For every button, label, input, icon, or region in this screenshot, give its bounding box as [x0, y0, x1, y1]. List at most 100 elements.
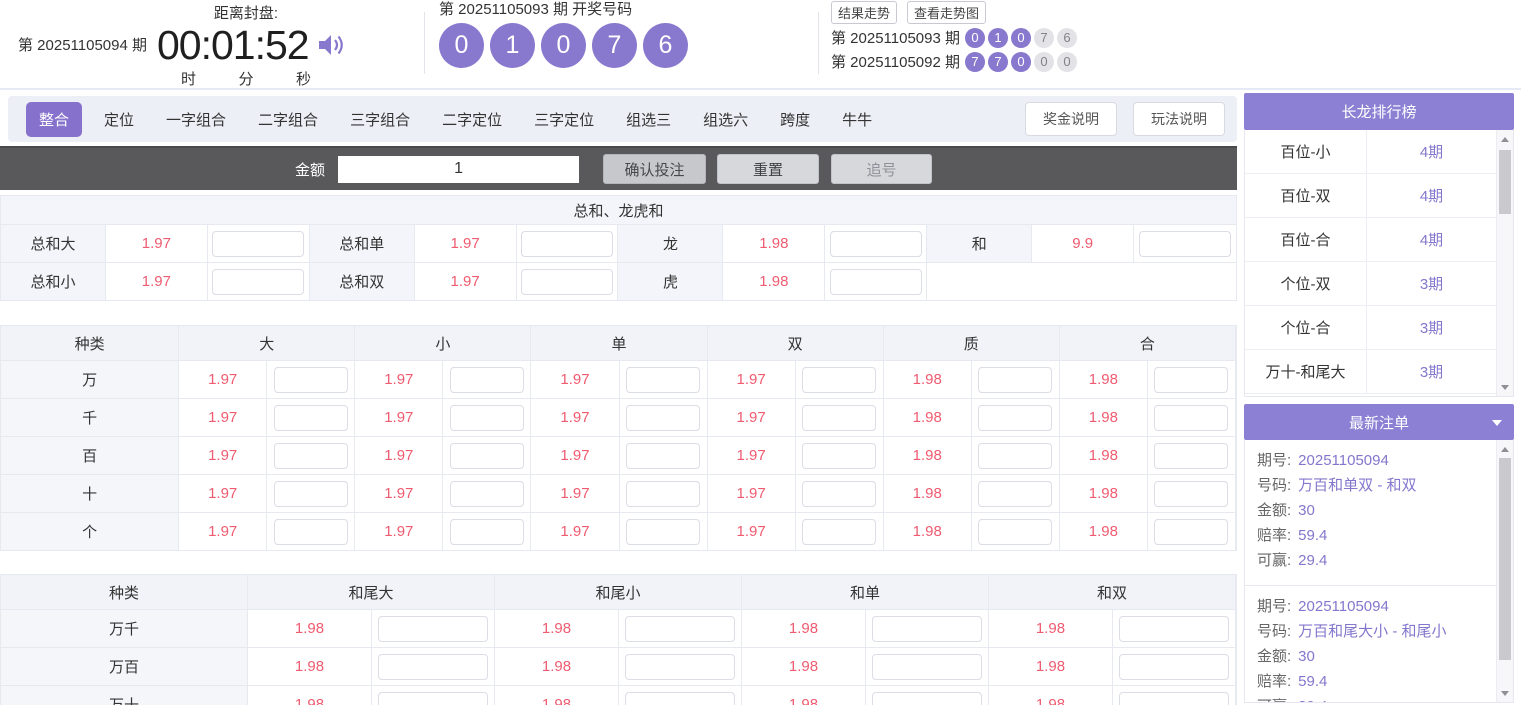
rank-row[interactable]: 百位-合4期	[1245, 218, 1496, 262]
bet-input-shi-he[interactable]	[1154, 481, 1228, 507]
input-cell-wanshi-hedan	[866, 686, 989, 705]
bets-scrollbar[interactable]	[1496, 440, 1513, 702]
bet-input-qian-da[interactable]	[274, 405, 348, 431]
input-cell-shi-dan	[620, 475, 708, 513]
tab-niuniu[interactable]: 牛牛	[842, 109, 872, 130]
bet-input-bai-dan[interactable]	[626, 443, 700, 469]
scrollbar-thumb[interactable]	[1499, 150, 1511, 214]
scrollbar-up-arrow[interactable]	[1497, 131, 1513, 147]
bet-input-wanqian-heshuang[interactable]	[1119, 616, 1229, 642]
rules-info-button[interactable]: 玩法说明	[1133, 102, 1225, 136]
tab-zuxuan-san[interactable]: 组选三	[626, 109, 671, 130]
sum-bet-input-hu[interactable]	[830, 269, 922, 295]
reset-button[interactable]: 重置	[717, 154, 819, 184]
row-label-ge: 个	[1, 513, 179, 551]
latest-bets-header[interactable]: 最新注单	[1244, 404, 1514, 440]
tab-sanzi-dingwei[interactable]: 三字定位	[534, 109, 594, 130]
bet-input-shi-xiao[interactable]	[450, 481, 524, 507]
rank-row[interactable]: 个位-合3期	[1245, 306, 1496, 350]
bet-field-value: 30	[1298, 644, 1315, 669]
bet-input-wan-he[interactable]	[1154, 367, 1228, 393]
input-cell-ge-xiao	[443, 513, 531, 551]
tab-yizi-zuhe[interactable]: 一字组合	[166, 109, 226, 130]
scrollbar-thumb[interactable]	[1499, 458, 1511, 660]
sum-bet-input-he[interactable]	[1139, 231, 1231, 257]
speaker-icon[interactable]	[317, 32, 347, 58]
bet-input-ge-zhi[interactable]	[978, 519, 1052, 545]
bet-input-wanbai-heweida[interactable]	[378, 654, 488, 680]
scrollbar-up-arrow[interactable]	[1497, 441, 1513, 457]
odds-ge-xiao: 1.97	[355, 513, 443, 551]
result-trend-button[interactable]: 结果走势	[831, 1, 897, 24]
bet-input-qian-xiao[interactable]	[450, 405, 524, 431]
bet-input-wan-xiao[interactable]	[450, 367, 524, 393]
bet-input-shi-shuang[interactable]	[802, 481, 876, 507]
sum-bet-input-long[interactable]	[830, 231, 922, 257]
bet-input-ge-dan[interactable]	[626, 519, 700, 545]
input-cell-wan-da	[267, 361, 355, 399]
prize-info-button[interactable]: 奖金说明	[1025, 102, 1117, 136]
bet-input-wanqian-heweixiao[interactable]	[625, 616, 735, 642]
bet-input-wan-zhi[interactable]	[978, 367, 1052, 393]
sum-bet-input-zonghe-xiao[interactable]	[212, 269, 304, 295]
tab-zhenghe[interactable]: 整合	[26, 102, 82, 137]
bet-input-bai-shuang[interactable]	[802, 443, 876, 469]
input-cell-wanbai-heshuang	[1113, 648, 1236, 686]
bet-input-wan-shuang[interactable]	[802, 367, 876, 393]
bet-input-ge-xiao[interactable]	[450, 519, 524, 545]
rank-row[interactable]: 万十-和尾大3期	[1245, 350, 1496, 394]
chevron-down-icon[interactable]	[1492, 420, 1502, 426]
bet-input-shi-dan[interactable]	[626, 481, 700, 507]
bet-input-wanbai-heweixiao[interactable]	[625, 654, 735, 680]
bet-input-wan-da[interactable]	[274, 367, 348, 393]
bet-input-wanshi-heweixiao[interactable]	[625, 692, 735, 705]
rank-row[interactable]: 百位-小4期	[1245, 130, 1496, 174]
bet-input-wanbai-heshuang[interactable]	[1119, 654, 1229, 680]
chase-number-button[interactable]: 追号	[831, 154, 932, 184]
bet-input-qian-dan[interactable]	[626, 405, 700, 431]
sum-bet-input-zonghe-dan[interactable]	[521, 231, 613, 257]
tab-sanzi-zuhe[interactable]: 三字组合	[350, 109, 410, 130]
bet-input-ge-he[interactable]	[1154, 519, 1228, 545]
bet-input-bai-zhi[interactable]	[978, 443, 1052, 469]
bet-line-number: 号码:万百和单双 - 和双	[1257, 473, 1484, 498]
bet-input-wanshi-hedan[interactable]	[872, 692, 982, 705]
bet-input-wanshi-heweida[interactable]	[378, 692, 488, 705]
bet-input-shi-da[interactable]	[274, 481, 348, 507]
tab-dingwei[interactable]: 定位	[104, 109, 134, 130]
bet-input-qian-shuang[interactable]	[802, 405, 876, 431]
bet-input-bai-da[interactable]	[274, 443, 348, 469]
tab-zuxuan-liu[interactable]: 组选六	[703, 109, 748, 130]
rank-row[interactable]: 百位-双4期	[1245, 174, 1496, 218]
history-ball: 0	[1034, 52, 1054, 72]
bet-input-ge-da[interactable]	[274, 519, 348, 545]
sum-bet-input-zonghe-shuang[interactable]	[521, 269, 613, 295]
tab-erzi-dingwei[interactable]: 二字定位	[442, 109, 502, 130]
bet-field-value: 59.4	[1298, 523, 1327, 548]
bet-input-ge-shuang[interactable]	[802, 519, 876, 545]
bet-input-qian-he[interactable]	[1154, 405, 1228, 431]
rank-count: 3期	[1367, 350, 1496, 393]
bet-input-wanqian-hedan[interactable]	[872, 616, 982, 642]
bet-input-shi-zhi[interactable]	[978, 481, 1052, 507]
bet-input-wanbai-hedan[interactable]	[872, 654, 982, 680]
sum-bet-input-zonghe-da[interactable]	[212, 231, 304, 257]
bet-input-wanshi-heshuang[interactable]	[1119, 692, 1229, 705]
rank-scrollbar[interactable]	[1496, 130, 1513, 396]
odds-qian-dan: 1.97	[531, 399, 619, 437]
confirm-bet-button[interactable]: 确认投注	[603, 154, 706, 184]
bet-input-wanqian-heweida[interactable]	[378, 616, 488, 642]
tab-erzi-zuhe[interactable]: 二字组合	[258, 109, 318, 130]
bet-line-odds: 赔率:59.4	[1257, 669, 1484, 694]
bet-input-bai-he[interactable]	[1154, 443, 1228, 469]
scrollbar-down-arrow[interactable]	[1497, 685, 1513, 701]
bet-input-bai-xiao[interactable]	[450, 443, 524, 469]
bet-input-wan-dan[interactable]	[626, 367, 700, 393]
bet-input-qian-zhi[interactable]	[978, 405, 1052, 431]
tab-kuadu[interactable]: 跨度	[780, 109, 810, 130]
amount-input[interactable]	[338, 156, 579, 183]
scrollbar-down-arrow[interactable]	[1497, 379, 1513, 395]
view-trend-chart-button[interactable]: 查看走势图	[907, 1, 986, 24]
countdown: 距离封盘: 00:01:52 时 分 秒	[157, 2, 347, 89]
rank-row[interactable]: 个位-双3期	[1245, 262, 1496, 306]
